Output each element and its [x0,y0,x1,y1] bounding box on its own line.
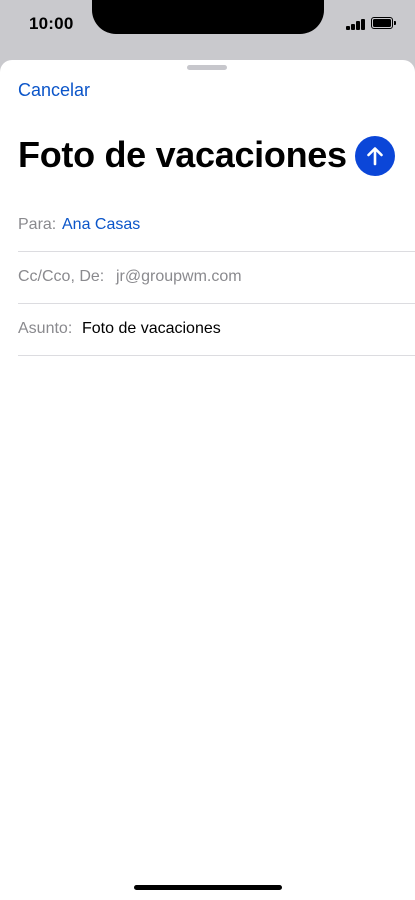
send-button[interactable] [355,136,395,176]
to-field[interactable]: Para: Ana Casas [18,200,415,252]
to-label: Para: [18,216,57,233]
subject-input[interactable]: Foto de vacaciones [82,320,221,338]
home-indicator[interactable] [134,885,282,890]
compose-title: Foto de vacaciones [18,134,347,175]
cellular-signal-icon [346,18,366,30]
arrow-up-icon [367,147,383,166]
battery-icon [371,17,396,29]
cc-bcc-from-field[interactable]: Cc/Cco, De: jr@groupwm.com [18,252,415,304]
cc-bcc-from-label: Cc/Cco, De: [18,268,105,285]
compose-sheet: Cancelar Foto de vacaciones Para: Ana Ca… [0,60,415,900]
cancel-button[interactable]: Cancelar [18,80,90,101]
subject-field[interactable]: Asunto: Foto de vacaciones [18,304,415,356]
from-address[interactable]: jr@groupwm.com [116,268,242,286]
status-bar: 10:00 [0,0,415,58]
sheet-grabber[interactable] [187,65,227,70]
notch [92,0,324,34]
mail-compose-screen: 10:00 Cancelar Foto de vacaciones Para: … [0,0,415,900]
to-recipient[interactable]: Ana Casas [62,216,140,234]
subject-label: Asunto: [18,320,73,337]
status-time: 10:00 [29,14,74,33]
